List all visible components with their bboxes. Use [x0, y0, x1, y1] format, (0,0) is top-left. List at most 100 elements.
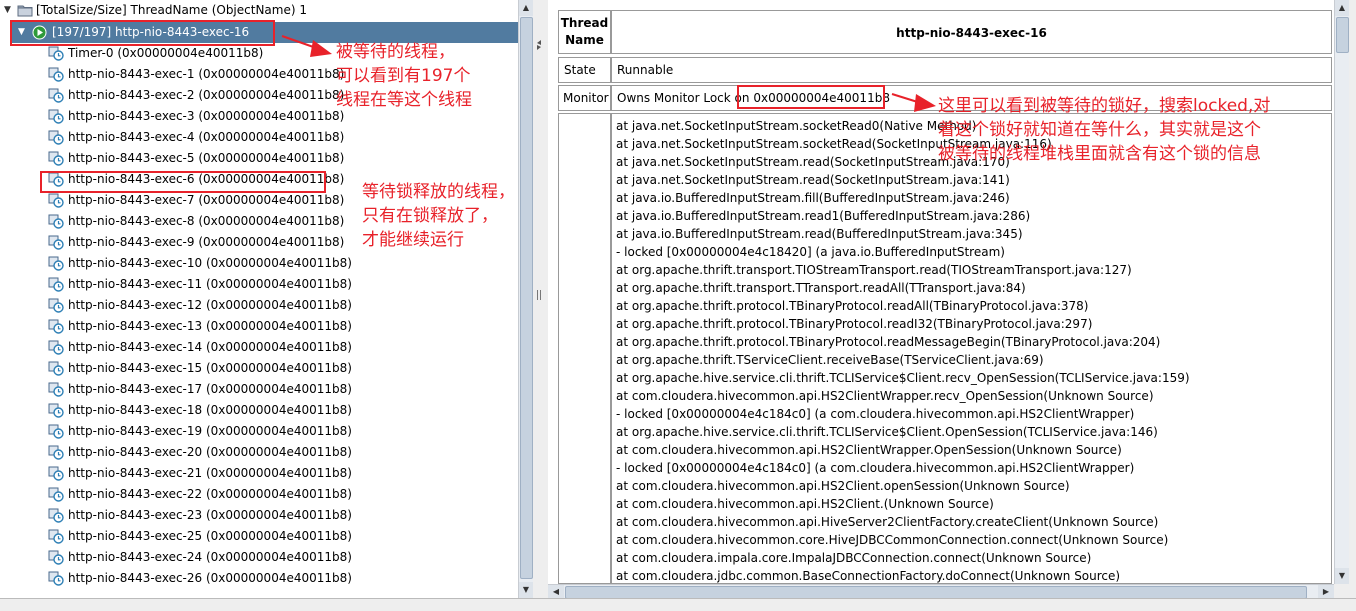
- detail-scroll-thumb[interactable]: [1336, 17, 1349, 53]
- stack-label-cell: [558, 113, 611, 584]
- tree-thread-row[interactable]: http-nio-8443-exec-23 (0x00000004e40011b…: [0, 505, 518, 526]
- thread-wait-icon: [48, 88, 64, 103]
- arrow-annotation-1: [281, 35, 332, 57]
- thread-wait-icon: [48, 319, 64, 334]
- tree-thread-row[interactable]: http-nio-8443-exec-17 (0x00000004e40011b…: [0, 379, 518, 400]
- thread-wait-icon: [48, 382, 64, 397]
- thread-wait-icon: [48, 403, 64, 418]
- thread-wait-icon: [48, 67, 64, 82]
- tree-thread-row[interactable]: http-nio-8443-exec-24 (0x00000004e40011b…: [0, 547, 518, 568]
- expand-arrow-icon[interactable]: ▼: [4, 0, 11, 21]
- monitor-label: Monitor: [558, 85, 611, 111]
- note3-line3: 被等待的线程堆栈里面就含有这个锁的信息: [938, 144, 1261, 164]
- note2-line3: 才能继续运行: [362, 230, 464, 250]
- stack-frame: at java.io.BufferedInputStream.read1(Buf…: [616, 209, 1031, 223]
- splitter-arrows-icon[interactable]: [536, 40, 542, 50]
- thread-wait-icon: [48, 298, 64, 313]
- pane-splitter[interactable]: [533, 0, 545, 598]
- tree-thread-row[interactable]: http-nio-8443-exec-26 (0x00000004e40011b…: [0, 568, 518, 589]
- stack-frame: - locked [0x00000004e4c184c0] (a com.clo…: [616, 461, 1135, 475]
- thread-wait-icon: [48, 487, 64, 502]
- tree-thread-label: http-nio-8443-exec-7 (0x00000004e40011b8…: [68, 193, 345, 207]
- thread-wait-icon: [48, 151, 64, 166]
- tree-thread-row[interactable]: http-nio-8443-exec-21 (0x00000004e40011b…: [0, 463, 518, 484]
- tree-thread-row[interactable]: http-nio-8443-exec-10 (0x00000004e40011b…: [0, 253, 518, 274]
- stack-frame: at java.io.BufferedInputStream.fill(Buff…: [616, 191, 1010, 205]
- note3-line2: 着这个锁好就知道在等什么，其实就是这个: [938, 120, 1261, 140]
- stack-frame: at com.cloudera.jdbc.common.BaseConnecti…: [616, 569, 1121, 583]
- tree-thread-label: http-nio-8443-exec-12 (0x00000004e40011b…: [68, 298, 352, 312]
- thread-name-value: http-nio-8443-exec-16: [611, 10, 1332, 54]
- folder-icon: [17, 5, 33, 17]
- scroll-up-icon[interactable]: ▲: [519, 0, 533, 16]
- monitor-prefix: Owns Monitor Lock on: [617, 91, 750, 105]
- tree-thread-row[interactable]: http-nio-8443-exec-15 (0x00000004e40011b…: [0, 358, 518, 379]
- thread-wait-icon: [48, 445, 64, 460]
- scroll-left-icon[interactable]: ◀: [548, 585, 564, 599]
- tree-thread-row[interactable]: http-nio-8443-exec-18 (0x00000004e40011b…: [0, 400, 518, 421]
- scroll-right-icon[interactable]: ▶: [1318, 585, 1334, 599]
- tree-thread-row[interactable]: http-nio-8443-exec-5 (0x00000004e40011b8…: [0, 148, 518, 169]
- tree-thread-label: http-nio-8443-exec-21 (0x00000004e40011b…: [68, 466, 352, 480]
- scroll-down-icon[interactable]: ▼: [519, 582, 533, 598]
- stack-frame: at java.net.SocketInputStream.read(Socke…: [616, 173, 1010, 187]
- tree-thread-row[interactable]: http-nio-8443-exec-19 (0x00000004e40011b…: [0, 421, 518, 442]
- thread-name-header-line2: Name: [565, 33, 604, 47]
- stack-frame: at org.apache.thrift.transport.TIOStream…: [616, 263, 1132, 277]
- thread-wait-icon: [48, 424, 64, 439]
- tree-thread-label: http-nio-8443-exec-14 (0x00000004e40011b…: [68, 340, 352, 354]
- thread-wait-icon: [48, 46, 64, 61]
- tree-thread-label: http-nio-8443-exec-26 (0x00000004e40011b…: [68, 571, 352, 585]
- status-bar: [0, 598, 1356, 611]
- note1-line3: 线程在等这个线程: [336, 90, 472, 110]
- tree-thread-row[interactable]: http-nio-8443-exec-20 (0x00000004e40011b…: [0, 442, 518, 463]
- tree-thread-row[interactable]: http-nio-8443-exec-12 (0x00000004e40011b…: [0, 295, 518, 316]
- tree-thread-label: http-nio-8443-exec-24 (0x00000004e40011b…: [68, 550, 352, 564]
- stack-frame: at com.cloudera.hivecommon.api.HiveServe…: [616, 515, 1159, 529]
- tree-thread-label: http-nio-8443-exec-8 (0x00000004e40011b8…: [68, 214, 345, 228]
- scroll-up-icon[interactable]: ▲: [1335, 0, 1349, 16]
- tree-thread-row[interactable]: http-nio-8443-exec-11 (0x00000004e40011b…: [0, 274, 518, 295]
- tree-thread-row[interactable]: http-nio-8443-exec-13 (0x00000004e40011b…: [0, 316, 518, 337]
- thread-wait-icon: [48, 235, 64, 250]
- tree-thread-label: http-nio-8443-exec-20 (0x00000004e40011b…: [68, 445, 352, 459]
- state-value: Runnable: [611, 57, 1332, 83]
- tree-thread-row[interactable]: http-nio-8443-exec-25 (0x00000004e40011b…: [0, 526, 518, 547]
- tree-thread-row[interactable]: http-nio-8443-exec-14 (0x00000004e40011b…: [0, 337, 518, 358]
- note2-line1: 等待锁释放的线程，: [362, 182, 515, 202]
- annotation-note-3: 这里可以看到被等待的锁好，搜索locked,对 着这个锁好就知道在等什么，其实就…: [938, 94, 1270, 166]
- tree-scroll-thumb[interactable]: [520, 17, 533, 579]
- thread-wait-icon: [48, 529, 64, 544]
- tree-thread-label: http-nio-8443-exec-13 (0x00000004e40011b…: [68, 319, 352, 333]
- stack-frame: at org.apache.thrift.TServiceClient.rece…: [616, 353, 1044, 367]
- stack-frame: - locked [0x00000004e4c184c0] (a com.clo…: [616, 407, 1135, 421]
- splitter-grip-icon[interactable]: [536, 290, 542, 300]
- thread-wait-icon: [48, 508, 64, 523]
- tree-thread-label: http-nio-8443-exec-25 (0x00000004e40011b…: [68, 529, 352, 543]
- stack-frame: at com.cloudera.hivecommon.api.HS2Client…: [616, 497, 994, 511]
- stack-frame: at java.net.SocketInputStream.socketRead…: [616, 119, 977, 133]
- thread-wait-icon: [48, 109, 64, 124]
- note3-line1: 这里可以看到被等待的锁好，搜索locked,对: [938, 96, 1271, 116]
- detail-scrollbar[interactable]: ▲ ▼: [1334, 0, 1349, 584]
- tree-scrollbar[interactable]: ▲ ▼: [518, 0, 533, 598]
- highlight-monitor-lock: [737, 85, 885, 109]
- stack-frame: at com.cloudera.hivecommon.core.HiveJDBC…: [616, 533, 1169, 547]
- annotation-note-2: 等待锁释放的线程， 只有在锁释放了， 才能继续运行: [362, 180, 515, 252]
- tree-thread-label: http-nio-8443-exec-18 (0x00000004e40011b…: [68, 403, 352, 417]
- highlight-selected-thread: [10, 20, 275, 46]
- stack-frame: at com.cloudera.hivecommon.api.HS2Client…: [616, 389, 1154, 403]
- tree-thread-row[interactable]: http-nio-8443-exec-4 (0x00000004e40011b8…: [0, 127, 518, 148]
- state-label: State: [558, 57, 611, 83]
- stack-frame: at org.apache.thrift.protocol.TBinaryPro…: [616, 299, 1089, 313]
- tree-thread-label: http-nio-8443-exec-4 (0x00000004e40011b8…: [68, 130, 345, 144]
- arrow-annotation-3: [891, 93, 936, 112]
- thread-wait-icon: [48, 193, 64, 208]
- scroll-down-icon[interactable]: ▼: [1335, 568, 1349, 584]
- thread-wait-icon: [48, 340, 64, 355]
- detail-hscrollbar[interactable]: ◀ ▶: [548, 584, 1334, 599]
- thread-wait-icon: [48, 361, 64, 376]
- tree-thread-label: http-nio-8443-exec-11 (0x00000004e40011b…: [68, 277, 352, 291]
- tree-thread-row[interactable]: http-nio-8443-exec-22 (0x00000004e40011b…: [0, 484, 518, 505]
- stack-frame: at com.cloudera.impala.core.ImpalaJDBCCo…: [616, 551, 1092, 565]
